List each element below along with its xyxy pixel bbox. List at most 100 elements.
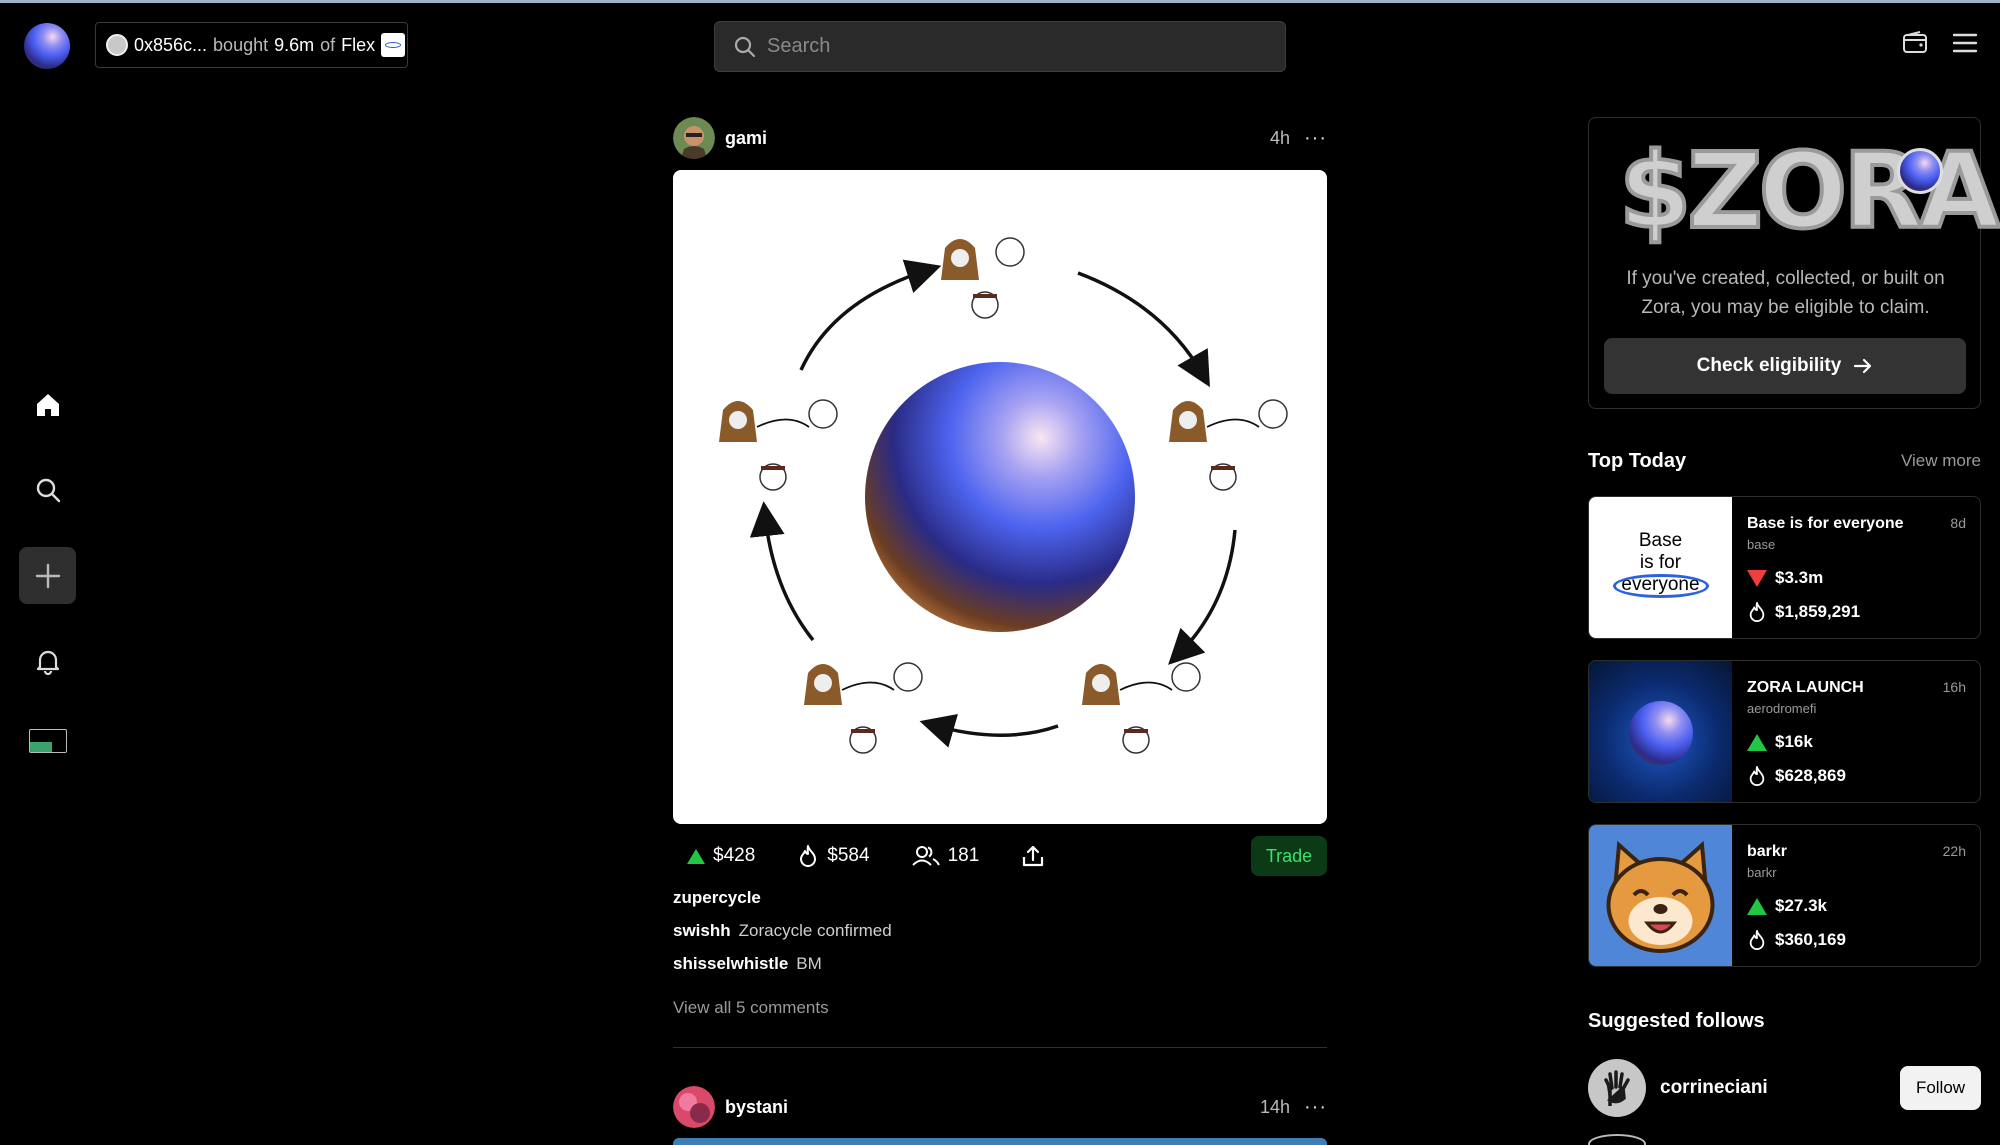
search-input[interactable] — [767, 35, 1247, 58]
profile-avatar — [28, 728, 67, 753]
market-cap-value: $428 — [713, 845, 756, 866]
user-avatar[interactable] — [1588, 1059, 1646, 1117]
coin-thumbnail: Base is for everyone — [1589, 497, 1732, 638]
trend-up-icon — [1747, 897, 1767, 915]
holders[interactable]: 181 — [911, 845, 979, 867]
coin-volume: $360,169 — [1747, 929, 1846, 951]
hand-icon — [1604, 1070, 1630, 1106]
activity-coin: Flex — [341, 34, 376, 55]
share[interactable] — [1021, 844, 1045, 868]
top-coin-card[interactable]: ZORA LAUNCH aerodromefi 16h $16k $628,86… — [1588, 660, 1981, 803]
coin-creator: aerodromefi — [1747, 701, 1817, 716]
post-title-text: zupercycle — [673, 888, 761, 907]
coin-age: 8d — [1950, 515, 1966, 531]
follow-button[interactable]: Follow — [1900, 1066, 1981, 1110]
author-name[interactable]: gami — [725, 128, 767, 149]
market-cap[interactable]: $428 — [687, 845, 755, 867]
home-icon — [36, 393, 59, 416]
check-eligibility-label: Check eligibility — [1696, 355, 1842, 376]
view-more-link[interactable]: View more — [1901, 451, 1981, 471]
comment-text: Zoracycle confirmed — [738, 921, 892, 940]
post-header: bystani 14h ··· — [673, 1086, 1327, 1128]
shiba-dog-icon — [1606, 840, 1715, 953]
coin-name: barkr — [1747, 843, 1788, 860]
author-avatar[interactable] — [673, 1086, 715, 1128]
top-coin-card[interactable]: barkr barkr 22h $27.3k $360,169 — [1588, 824, 1981, 967]
search-icon — [36, 478, 60, 502]
nav-profile[interactable] — [19, 712, 76, 769]
coin-name: ZORA LAUNCH — [1747, 679, 1864, 696]
buyer-avatar — [106, 34, 128, 56]
nav-notifications[interactable] — [19, 632, 76, 689]
coin-market-cap: $16k — [1747, 732, 1813, 752]
post-time: 14h — [1259, 1096, 1291, 1117]
users-icon — [911, 846, 940, 866]
central-orb — [865, 362, 1135, 632]
user-name[interactable]: corrineciani — [1660, 1077, 1768, 1099]
trade-button[interactable]: Trade — [1251, 836, 1327, 876]
promo-title-text: $ZORA — [1617, 130, 2000, 252]
coin-thumbnail — [1589, 825, 1732, 966]
top-border — [0, 0, 2000, 3]
thumb-text-line: is for — [1639, 552, 1682, 573]
volume-value: $360,169 — [1775, 930, 1846, 949]
thumb-oval — [1613, 574, 1709, 598]
flame-icon — [1749, 602, 1765, 622]
market-cap-value: $3.3m — [1775, 568, 1824, 587]
activity-ticker[interactable]: 0x856c... bought 9.6m of Flex — [95, 22, 408, 68]
flame-icon — [1749, 766, 1765, 786]
view-all-comments-link[interactable]: View all 5 comments — [673, 998, 829, 1018]
more-options-icon[interactable]: ··· — [1304, 1096, 1327, 1119]
search-bar[interactable] — [714, 21, 1286, 72]
top-coin-card[interactable]: Base is for everyone Base is for everyon… — [1588, 496, 1981, 639]
coin-creator: barkr — [1747, 865, 1777, 880]
more-options-icon[interactable]: ··· — [1304, 127, 1327, 150]
coin-name: Base is for everyone — [1747, 515, 1904, 532]
nav-search[interactable] — [19, 461, 76, 518]
coin-thumbnail — [381, 33, 406, 57]
meme-group-bottom-right — [1082, 662, 1201, 754]
coin-age: 16h — [1942, 679, 1966, 695]
coin-volume: $628,869 — [1747, 765, 1846, 787]
comment-user[interactable]: shisselwhistle — [673, 954, 788, 973]
thumb-text-line: Base — [1638, 530, 1683, 551]
coin-age: 22h — [1942, 843, 1966, 859]
zora-orb-icon — [1629, 701, 1693, 765]
author-avatar[interactable] — [673, 117, 715, 159]
author-name[interactable]: bystani — [725, 1097, 788, 1118]
volume[interactable]: $584 — [797, 844, 870, 868]
check-eligibility-button[interactable]: Check eligibility — [1604, 338, 1966, 394]
post-header: gami 4h ··· — [673, 117, 1327, 159]
post-actions: $428 $584 181 Trade — [673, 835, 1327, 877]
promo-title: $ZORA — [1617, 130, 2000, 252]
wallet-icon[interactable] — [1902, 30, 1928, 56]
bell-icon — [36, 650, 59, 675]
user-avatar[interactable] — [1588, 1134, 1646, 1145]
comment: shisselwhistle BM — [673, 954, 822, 974]
post-image[interactable] — [673, 1138, 1327, 1145]
coin-thumbnail — [1589, 661, 1732, 802]
market-cap-value: $16k — [1775, 732, 1813, 751]
meme-group-left — [719, 399, 838, 491]
coin-market-cap: $3.3m — [1747, 568, 1823, 588]
volume-value: $628,869 — [1775, 766, 1846, 785]
volume-value: $584 — [827, 845, 870, 866]
top-today-title: Top Today — [1588, 450, 1687, 472]
nav-home[interactable] — [19, 376, 76, 433]
comment: swishh Zoracycle confirmed — [673, 921, 892, 941]
search-icon — [734, 36, 756, 57]
meme-group-top — [941, 237, 1025, 319]
coin-creator: base — [1747, 537, 1776, 552]
activity-verb: bought — [213, 34, 269, 55]
buyer-address: 0x856c... — [134, 34, 208, 55]
trend-down-icon — [1747, 569, 1767, 587]
promo-text: If you've created, collected, or built o… — [1626, 268, 1945, 318]
zora-orb-icon — [1897, 148, 1943, 194]
comment-user[interactable]: swishh — [673, 921, 731, 940]
menu-icon[interactable] — [1952, 30, 1978, 56]
arrow-right-icon — [1854, 358, 1872, 374]
nav-create[interactable] — [19, 547, 76, 604]
zora-logo[interactable] — [24, 23, 70, 69]
meme-group-right — [1169, 399, 1288, 491]
post-image[interactable] — [673, 170, 1327, 824]
